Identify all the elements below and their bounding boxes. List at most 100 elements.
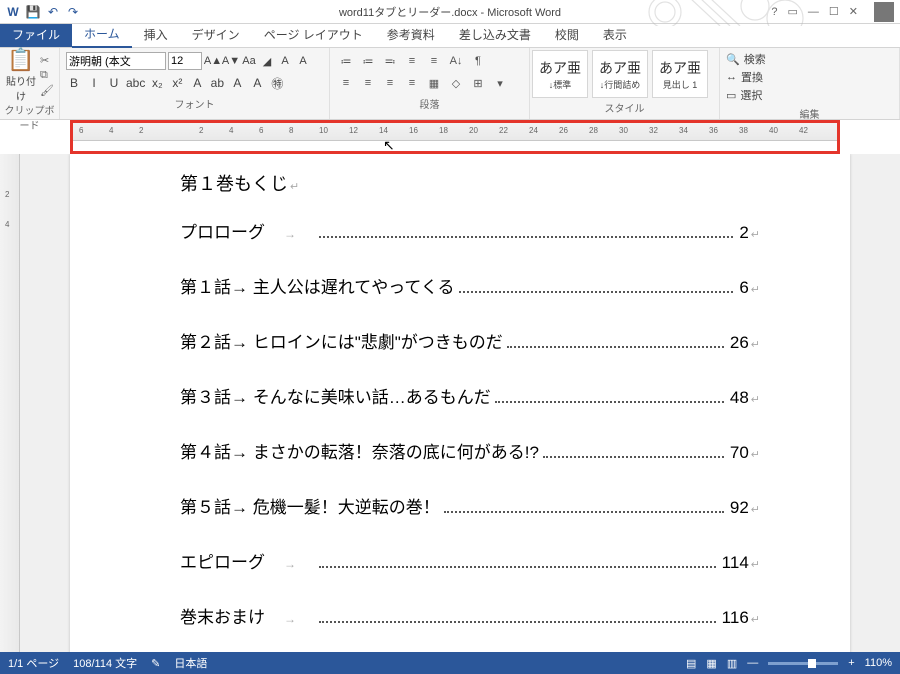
status-page[interactable]: 1/1 ページ <box>8 655 59 671</box>
para-btn[interactable]: ≡ <box>358 74 378 92</box>
toc-label: 第１話→ 主人公は遅れてやってくる <box>180 273 455 298</box>
view-web-icon[interactable]: ▥ <box>727 657 737 670</box>
toc-page: 70 <box>728 443 749 463</box>
para-btn[interactable]: ≕ <box>380 52 400 70</box>
toc-label: 巻末おまけ <box>180 603 265 628</box>
close-icon[interactable]: ✕ <box>849 5 858 18</box>
cut-icon[interactable]: ✂ <box>40 54 54 67</box>
para-btn[interactable]: ◇ <box>446 74 466 92</box>
edit-選択[interactable]: ▭選択 <box>726 86 893 104</box>
font-btn[interactable]: B <box>66 74 82 92</box>
edit-検索[interactable]: 🔍検索 <box>726 50 893 68</box>
font-size-field[interactable]: 12 <box>168 52 202 70</box>
tab-ファイル[interactable]: ファイル <box>0 22 72 47</box>
toc-label: 第３話→ そんなに美味い話…あるもんだ <box>180 383 491 408</box>
font-btn[interactable]: Aa <box>240 52 258 70</box>
paste-button[interactable]: 📋 貼り付け <box>4 47 38 103</box>
vertical-ruler[interactable]: 24 <box>0 154 20 652</box>
toc-leader <box>543 456 724 458</box>
minimize-icon[interactable]: — <box>808 6 819 18</box>
para-btn[interactable]: ▦ <box>424 74 444 92</box>
font-btn[interactable]: A <box>294 52 312 70</box>
style-box[interactable]: あア亜↓行間詰め <box>592 50 648 98</box>
page-sheet[interactable]: 第１巻もくじ↵ プロローグ→2↵第１話→ 主人公は遅れてやってくる6↵第２話→ … <box>70 154 850 652</box>
font-btn[interactable]: abc <box>126 74 145 92</box>
toc-page: 2 <box>737 223 748 243</box>
font-btn[interactable]: A <box>229 74 245 92</box>
para-btn[interactable]: A↓ <box>446 52 466 70</box>
toc-leader <box>507 346 724 348</box>
tab-ホーム[interactable]: ホーム <box>72 21 132 48</box>
font-btn[interactable]: x₂ <box>149 74 165 92</box>
save-icon[interactable]: 💾 <box>26 5 40 19</box>
tab-校閲[interactable]: 校閲 <box>543 22 591 47</box>
return-mark-icon: ↵ <box>749 283 760 296</box>
group-editing: 🔍検索↔置換▭選択 編集 <box>720 48 900 119</box>
toc-page: 114 <box>720 553 749 573</box>
toc-entry: 巻末おまけ→116↵ <box>180 603 760 628</box>
font-btn[interactable]: U <box>106 74 122 92</box>
maximize-icon[interactable]: ☐ <box>829 5 839 18</box>
zoom-out-icon[interactable]: — <box>747 657 758 669</box>
para-btn[interactable]: ≔ <box>336 52 356 70</box>
tab-arrow-icon: → <box>265 612 315 626</box>
toc-entry: 第１話→ 主人公は遅れてやってくる6↵ <box>180 273 760 298</box>
font-btn[interactable]: ab <box>209 74 225 92</box>
group-label: 編集 <box>726 104 893 121</box>
quick-access-toolbar: W 💾 ↶ ↷ <box>0 5 86 19</box>
font-btn[interactable]: I <box>86 74 102 92</box>
toc-label: 第２話→ ヒロインには"悲劇"がつきものだ <box>180 328 503 353</box>
para-btn[interactable]: ≡ <box>402 52 422 70</box>
para-btn[interactable]: ≡ <box>336 74 356 92</box>
para-btn[interactable]: ▾ <box>490 74 510 92</box>
para-btn[interactable]: ≔ <box>358 52 378 70</box>
proofing-icon[interactable]: ✎ <box>151 657 160 670</box>
document-area: 24 第１巻もくじ↵ プロローグ→2↵第１話→ 主人公は遅れてやってくる6↵第２… <box>0 154 900 652</box>
view-print-icon[interactable]: ▦ <box>706 657 716 670</box>
font-btn[interactable]: A▲ <box>204 52 222 70</box>
toc-entry: 第４話→ まさかの転落！奈落の底に何がある!?70↵ <box>180 438 760 463</box>
style-box[interactable]: あア亜↓標準 <box>532 50 588 98</box>
zoom-in-icon[interactable]: + <box>848 657 854 669</box>
para-btn[interactable]: ¶ <box>468 52 488 70</box>
font-btn[interactable]: A <box>276 52 294 70</box>
para-btn[interactable]: ≡ <box>380 74 400 92</box>
user-avatar[interactable] <box>874 2 894 22</box>
font-btn[interactable]: x² <box>169 74 185 92</box>
tab-参考資料[interactable]: 参考資料 <box>375 22 447 47</box>
zoom-level[interactable]: 110% <box>865 657 892 669</box>
tab-表示[interactable]: 表示 <box>591 22 639 47</box>
tab-ページ レイアウト[interactable]: ページ レイアウト <box>252 22 375 47</box>
copy-icon[interactable]: ⧉ <box>40 69 54 82</box>
font-btn[interactable]: A <box>189 74 205 92</box>
status-lang[interactable]: 日本語 <box>174 655 207 671</box>
style-box[interactable]: あア亜見出し 1 <box>652 50 708 98</box>
font-btn[interactable]: A▼ <box>222 52 240 70</box>
font-btn[interactable]: ㊕ <box>269 74 285 92</box>
toc-page: 48 <box>728 388 749 408</box>
font-btn[interactable]: ◢ <box>258 52 276 70</box>
para-btn[interactable]: ≡ <box>424 52 444 70</box>
tab-arrow-icon: → <box>265 227 315 241</box>
horizontal-ruler[interactable]: 6422468101214161820222426283032343638404… <box>73 123 837 141</box>
font-name-field[interactable]: 游明朝 (本文 <box>66 52 166 70</box>
status-words[interactable]: 108/114 文字 <box>73 655 137 671</box>
return-mark-icon: ↵ <box>749 503 760 516</box>
view-read-icon[interactable]: ▤ <box>686 657 696 670</box>
group-paragraph: ≔≔≕≡≡A↓¶ ≡≡≡≡▦◇⊞▾ 段落 <box>330 48 530 119</box>
zoom-slider[interactable] <box>768 662 838 665</box>
para-btn[interactable]: ≡ <box>402 74 422 92</box>
return-mark-icon: ↵ <box>749 558 760 571</box>
format-painter-icon[interactable]: 🖌 <box>40 84 54 97</box>
group-label: 段落 <box>334 94 525 111</box>
undo-icon[interactable]: ↶ <box>46 5 60 19</box>
tab-デザイン[interactable]: デザイン <box>180 22 252 47</box>
tab-arrow-icon: → <box>265 557 315 571</box>
edit-置換[interactable]: ↔置換 <box>726 68 893 86</box>
font-btn[interactable]: A <box>249 74 265 92</box>
tab-差し込み文書[interactable]: 差し込み文書 <box>447 22 543 47</box>
redo-icon[interactable]: ↷ <box>66 5 80 19</box>
para-btn[interactable]: ⊞ <box>468 74 488 92</box>
tab-挿入[interactable]: 挿入 <box>132 22 180 47</box>
toc-page: 26 <box>728 333 749 353</box>
